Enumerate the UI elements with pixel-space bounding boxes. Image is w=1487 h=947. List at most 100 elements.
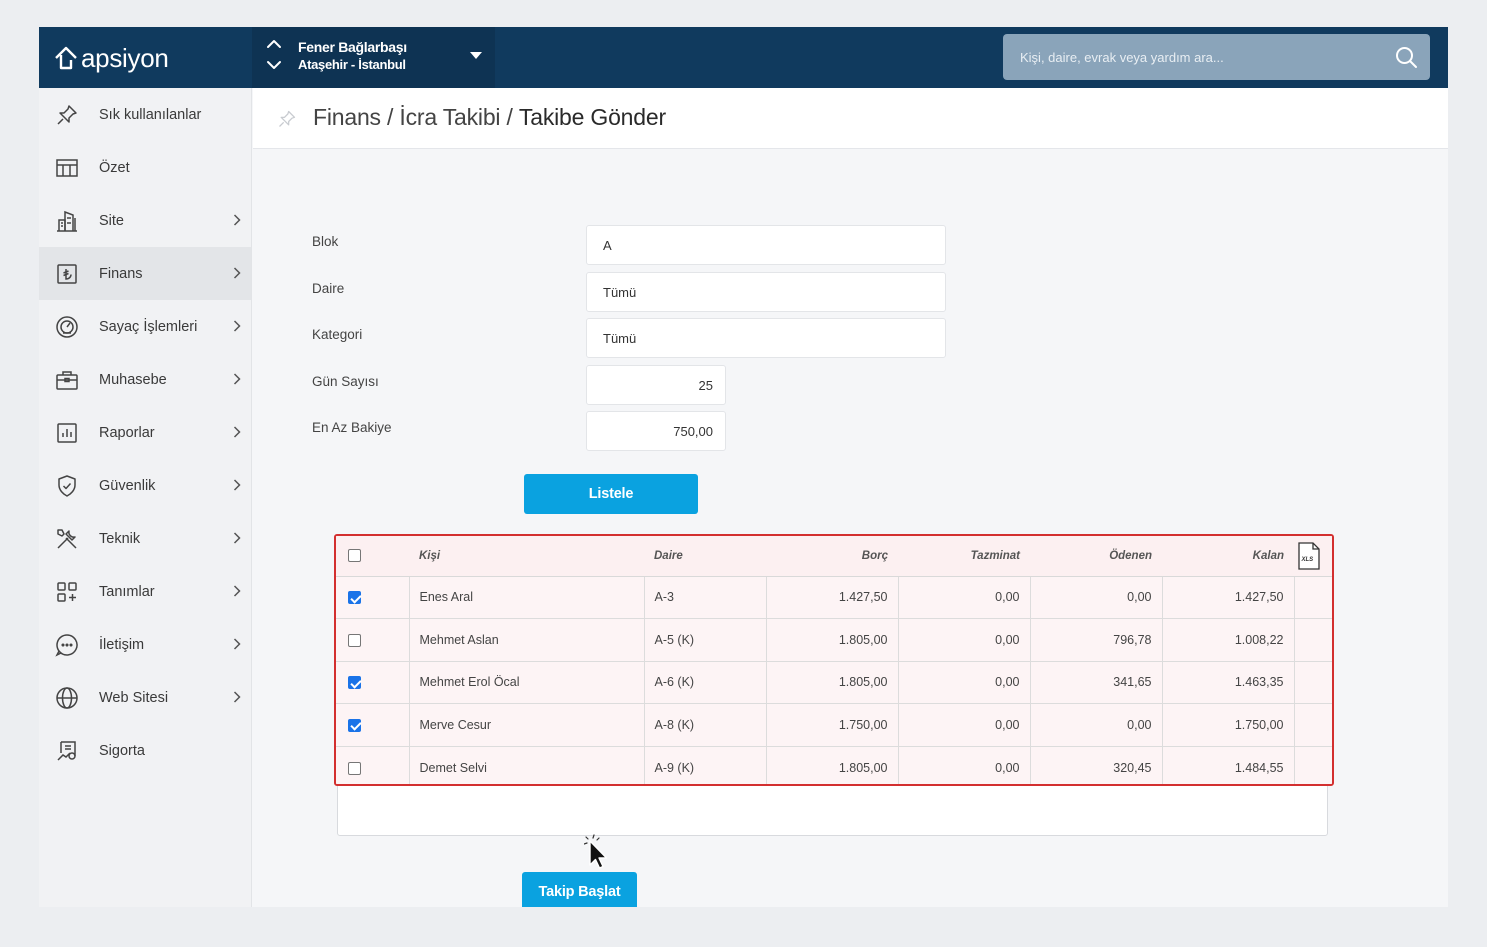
briefcase-icon <box>55 368 79 392</box>
row-checkbox[interactable] <box>348 718 361 732</box>
chevron-up-down-icon <box>266 38 284 74</box>
table-row[interactable]: Demet Selvi A-9 (K) 1.805,00 0,00 320,45… <box>336 746 1332 784</box>
breadcrumb-separator: / <box>500 104 519 130</box>
row-checkbox[interactable] <box>348 676 361 690</box>
cell-empty <box>1294 576 1332 619</box>
column-header-tazminat[interactable]: Tazminat <box>898 536 1030 577</box>
cell-kisi: Enes Aral <box>409 576 645 619</box>
column-header-kalan[interactable]: Kalan <box>1162 536 1294 577</box>
cell-kalan: 1.008,22 <box>1162 618 1295 662</box>
row-checkbox[interactable] <box>348 591 361 605</box>
chat-icon <box>55 633 79 657</box>
breadcrumb-separator: / <box>380 104 400 130</box>
cell-tazminat: 0,00 <box>898 618 1031 662</box>
pin-favorite-icon[interactable] <box>277 109 297 129</box>
cell-daire: A-5 (K) <box>644 618 767 662</box>
sidebar-item-label: İletişim <box>99 636 145 653</box>
search-box <box>1003 34 1430 80</box>
sidebar-item-label: Tanımlar <box>99 583 155 600</box>
sidebar-item-technical[interactable]: Teknik <box>39 512 251 565</box>
sidebar-item-label: Sık kullanılanlar <box>99 106 202 123</box>
chevron-right-icon <box>233 691 241 703</box>
cell-odenen: 796,78 <box>1030 618 1163 662</box>
gun-sayisi-label: Gün Sayısı <box>312 374 379 389</box>
sidebar-item-summary[interactable]: Özet <box>39 141 251 194</box>
cell-kisi: Demet Selvi <box>409 746 645 784</box>
caret-down-icon <box>470 52 482 59</box>
column-header-daire[interactable]: Daire <box>644 536 766 577</box>
search-input[interactable] <box>1003 34 1383 80</box>
cell-borc: 1.805,00 <box>766 618 899 662</box>
daire-label: Daire <box>312 281 345 296</box>
column-header-borc[interactable]: Borç <box>766 536 898 577</box>
report-chart-icon <box>55 421 79 445</box>
page-title: Takibe Gönder <box>518 104 666 130</box>
table-row[interactable]: Mehmet Aslan A-5 (K) 1.805,00 0,00 796,7… <box>336 618 1332 662</box>
breadcrumb-finance[interactable]: Finans <box>313 104 381 130</box>
sidebar-item-label: Raporlar <box>99 424 155 441</box>
cell-empty <box>1294 661 1332 704</box>
apsiyon-logo[interactable]: apsiyon <box>53 41 169 75</box>
row-checkbox[interactable] <box>348 761 361 775</box>
sidebar-item-favorites[interactable]: Sık kullanılanlar <box>39 88 251 141</box>
chevron-right-icon <box>233 479 241 491</box>
cell-kisi: Mehmet Erol Öcal <box>409 661 645 704</box>
tools-icon <box>55 527 79 551</box>
cell-daire: A-9 (K) <box>644 746 767 784</box>
listele-button[interactable]: Listele <box>524 474 698 514</box>
sidebar-item-insurance[interactable]: Sigorta <box>39 724 251 777</box>
cell-daire: A-8 (K) <box>644 703 767 747</box>
gun-sayisi-field[interactable] <box>586 365 726 405</box>
cell-borc: 1.427,50 <box>766 576 899 619</box>
sidebar-item-finance[interactable]: Finans <box>39 247 251 300</box>
sidebar-item-meter[interactable]: Sayaç İşlemleri <box>39 300 251 353</box>
export-cell: XLS <box>1294 536 1332 577</box>
cell-tazminat: 0,00 <box>898 746 1031 784</box>
sidebar-item-label: Özet <box>99 159 130 176</box>
cell-kisi: Merve Cesur <box>409 703 645 747</box>
search-icon[interactable] <box>1394 45 1418 69</box>
sidebar-item-reports[interactable]: Raporlar <box>39 406 251 459</box>
sidebar-item-site[interactable]: Site <box>39 194 251 247</box>
chevron-right-icon <box>233 214 241 226</box>
shield-icon <box>55 474 79 498</box>
xls-file-icon[interactable]: XLS <box>1298 542 1320 570</box>
cell-empty <box>1294 618 1332 662</box>
site-selector[interactable]: Fener Bağlarbaşı Ataşehir - İstanbul <box>252 27 495 88</box>
gauge-icon <box>55 315 79 339</box>
sidebar-item-label: Güvenlik <box>99 477 156 494</box>
cell-daire: A-3 <box>644 576 767 619</box>
en-az-bakiye-field[interactable] <box>586 411 726 451</box>
logo-text: apsiyon <box>81 42 169 73</box>
sidebar-item-accounting[interactable]: Muhasebe <box>39 353 251 406</box>
table-row[interactable]: Mehmet Erol Öcal A-6 (K) 1.805,00 0,00 3… <box>336 661 1332 704</box>
row-checkbox[interactable] <box>348 633 361 647</box>
lira-icon <box>55 262 79 286</box>
table-row[interactable]: Enes Aral A-3 1.427,50 0,00 0,00 1.427,5… <box>336 576 1332 619</box>
sidebar: Sık kullanılanlar Özet Site Finans Sayaç… <box>39 88 252 907</box>
page-header: Finans / İcra Takibi / Takibe Gönder <box>253 88 1448 149</box>
cell-odenen: 320,45 <box>1030 746 1163 784</box>
chevron-right-icon <box>233 585 241 597</box>
takip-baslat-button[interactable]: Takip Başlat <box>522 872 637 907</box>
building-icon <box>55 209 79 233</box>
breadcrumb-enforcement[interactable]: İcra Takibi <box>399 104 500 130</box>
sidebar-item-website[interactable]: Web Sitesi <box>39 671 251 724</box>
daire-field[interactable] <box>586 272 946 312</box>
cell-tazminat: 0,00 <box>898 661 1031 704</box>
table-icon <box>55 156 79 180</box>
blok-field[interactable] <box>586 225 946 265</box>
table-row[interactable]: Merve Cesur A-8 (K) 1.750,00 0,00 0,00 1… <box>336 703 1332 747</box>
site-name: Fener Bağlarbaşı <box>298 39 407 55</box>
sidebar-item-security[interactable]: Güvenlik <box>39 459 251 512</box>
column-header-odenen[interactable]: Ödenen <box>1030 536 1162 577</box>
kategori-field[interactable] <box>586 318 946 358</box>
chevron-right-icon <box>233 532 241 544</box>
cell-tazminat: 0,00 <box>898 576 1031 619</box>
main-content: Finans / İcra Takibi / Takibe Gönder Blo… <box>253 88 1448 907</box>
select-all-checkbox[interactable] <box>348 549 361 563</box>
cell-kisi: Mehmet Aslan <box>409 618 645 662</box>
sidebar-item-communication[interactable]: İletişim <box>39 618 251 671</box>
column-header-kisi[interactable]: Kişi <box>409 536 644 577</box>
sidebar-item-definitions[interactable]: Tanımlar <box>39 565 251 618</box>
